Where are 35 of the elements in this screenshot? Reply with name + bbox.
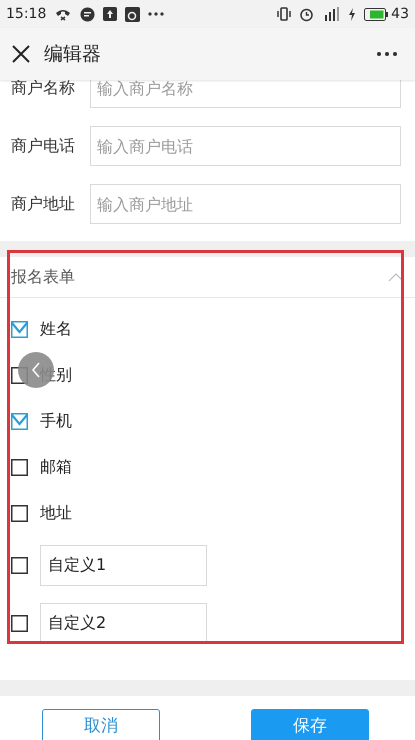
option-label: 手机	[40, 410, 72, 432]
custom-option-input[interactable]: 自定义1	[40, 544, 207, 586]
checkbox[interactable]	[11, 458, 28, 476]
chevron-left-icon	[31, 362, 41, 378]
charging-icon	[348, 8, 356, 20]
upload-icon	[103, 7, 118, 21]
signal-icon	[322, 7, 340, 21]
option-label: 地址	[40, 502, 72, 524]
option-label: 邮箱	[40, 456, 72, 478]
text-input[interactable]: 输入商户电话	[90, 126, 401, 166]
text-input[interactable]: 输入商户名称	[90, 80, 401, 108]
checkbox[interactable]	[11, 556, 28, 574]
more-icon[interactable]	[377, 52, 397, 56]
option-label: 姓名	[40, 318, 72, 340]
chat-icon	[80, 6, 96, 22]
section-title: 报名表单	[11, 266, 75, 288]
text-input[interactable]: 输入商户地址	[90, 184, 401, 224]
phone-icon	[54, 7, 72, 21]
custom-option-input[interactable]: 自定义2	[40, 602, 207, 644]
battery-level: 43	[391, 4, 409, 24]
field-label: 商户地址	[10, 193, 76, 215]
checkbox[interactable]	[11, 412, 28, 430]
checkbox[interactable]	[11, 320, 28, 338]
status-time: 15:18	[6, 4, 46, 24]
close-icon[interactable]	[12, 45, 30, 63]
checkbox[interactable]	[11, 504, 28, 522]
field-label: 商户电话	[10, 135, 76, 157]
checkbox[interactable]	[11, 614, 28, 632]
page-title: 编辑器	[44, 42, 101, 67]
chevron-up-icon[interactable]	[388, 272, 404, 282]
more-dots-icon	[148, 12, 164, 16]
alarm-icon	[299, 6, 314, 22]
battery-icon	[364, 8, 388, 20]
cancel-button[interactable]: 取消	[42, 709, 160, 740]
vibrate-icon	[277, 7, 292, 21]
